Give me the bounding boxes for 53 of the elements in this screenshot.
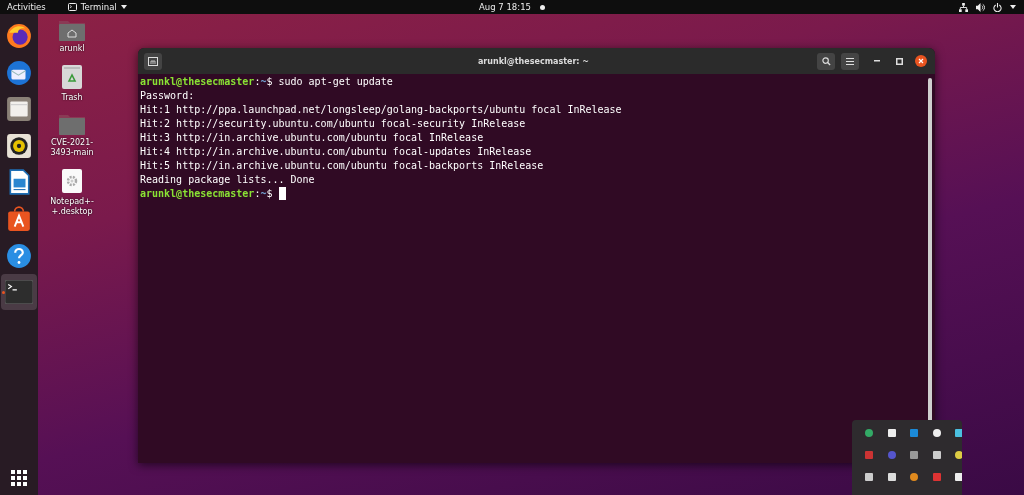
search-button[interactable]: [817, 52, 835, 70]
output-line: Hit:2 http://security.ubuntu.com/ubuntu focal-security InRelease: [140, 118, 526, 129]
terminal-icon: [67, 3, 77, 11]
tray-app-icon[interactable]: [909, 472, 919, 482]
close-button[interactable]: [913, 53, 929, 69]
shopping-bag-icon: [6, 205, 32, 232]
browser-icon: [6, 23, 32, 49]
caret-icon[interactable]: [1010, 5, 1016, 9]
tray-app-icon[interactable]: [886, 472, 897, 482]
trash-icon[interactable]: [61, 64, 83, 90]
output-line: Hit:4 http://in.archive.ubuntu.com/ubuntu focal-updates InRelease: [140, 146, 532, 157]
folder-icon[interactable]: [59, 19, 85, 41]
speaker-icon[interactable]: [976, 2, 985, 12]
new-tab-icon: [148, 56, 158, 66]
window-title: arunkl@thesecmaster: ~: [476, 56, 591, 66]
prompt-line: arunkl@thesecmaster:~$ sudo apt-get update: [140, 76, 393, 87]
power-icon[interactable]: [993, 2, 1002, 12]
output-line: Reading package lists... Done: [140, 174, 315, 185]
help-icon: [6, 242, 32, 269]
app-grid-icon[interactable]: [11, 470, 27, 486]
icon-label: Notepad+-+.desktop: [50, 197, 94, 217]
new-tab-button[interactable]: [144, 52, 162, 70]
output-line: Password:: [140, 90, 195, 101]
icon-label: arunkl: [58, 44, 86, 54]
tray-app-icon[interactable]: [886, 428, 897, 438]
icon-label: CVE-2021-3493-main: [50, 138, 94, 158]
terminal-icon: [5, 280, 33, 305]
tray-app-icon[interactable]: [954, 428, 962, 438]
tray-app-icon[interactable]: [864, 472, 874, 482]
network-icon[interactable]: [959, 2, 968, 12]
caret-icon: [120, 5, 127, 9]
prompt-line: arunkl@thesecmaster:~$: [140, 188, 274, 199]
gear-icon[interactable]: [61, 168, 83, 194]
app-menu[interactable]: Terminal: [67, 2, 127, 12]
output-line: Hit:1 http://ppa.launchpad.net/longsleep/golang-backports/ubuntu focal InRelease: [140, 104, 622, 115]
maximize-icon: [895, 57, 903, 65]
tray-app-icon[interactable]: [909, 450, 919, 460]
menu-icon: [846, 57, 854, 65]
mail-icon: [6, 59, 32, 86]
speaker-icon: [6, 132, 32, 159]
tray-app-icon[interactable]: [931, 428, 942, 438]
icon-label: Trash: [60, 93, 84, 103]
tray-app-icon[interactable]: [931, 450, 942, 460]
clock[interactable]: Aug 7 18:15: [479, 2, 531, 12]
activities-button[interactable]: Activities: [7, 2, 46, 12]
search-icon: [821, 56, 831, 66]
tray-app-icon[interactable]: [954, 450, 962, 460]
file-cabinet-icon: [6, 96, 32, 123]
tray-app-icon[interactable]: [954, 472, 962, 482]
output-line: Hit:5 http://in.archive.ubuntu.com/ubuntu focal-backports InRelease: [140, 160, 544, 171]
output-line: Hit:3 http://in.archive.ubuntu.com/ubuntu focal InRelease: [140, 132, 484, 143]
minimize-icon: [874, 60, 880, 62]
menu-button[interactable]: [841, 52, 859, 70]
